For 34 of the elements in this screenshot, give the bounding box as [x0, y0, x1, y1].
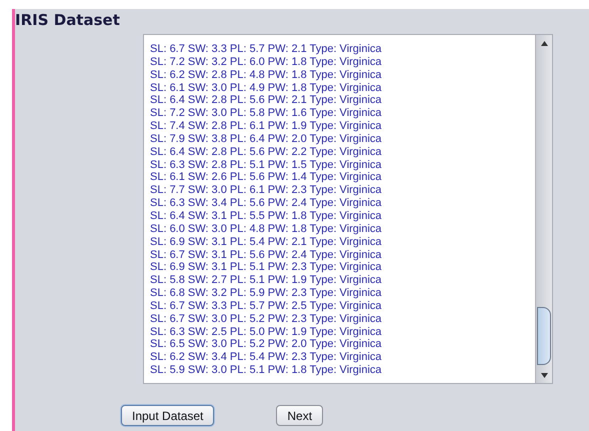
record-line: SL: 6.4 SW: 2.8 PL: 5.6 PW: 2.2 Type: Virginica — [150, 146, 382, 159]
record-line: SL: 6.1 SW: 3.0 PL: 4.9 PW: 1.8 Type: Virginica — [150, 82, 382, 94]
record-line: SL: 6.7 SW: 3.0 PL: 5.2 PW: 2.3 Type: Virginica — [150, 312, 382, 326]
scroll-thumb[interactable] — [537, 307, 551, 365]
record-line: SL: 5.8 SW: 2.7 PL: 5.1 PW: 1.9 Type: Virginica — [150, 274, 382, 288]
scroll-up-icon[interactable] — [540, 40, 548, 46]
record-line: SL: 7.2 SW: 3.0 PL: 5.8 PW: 1.6 Type: Virginica — [150, 107, 382, 120]
records-text-area[interactable] — [143, 34, 553, 384]
input-dataset-button[interactable]: Input Dataset — [121, 405, 214, 426]
record-line: SL: 6.4 SW: 2.8 PL: 5.6 PW: 2.1 Type: Virginica — [150, 94, 382, 108]
vertical-scrollbar[interactable] — [535, 35, 552, 383]
record-line: SL: 7.9 SW: 3.8 PL: 6.4 PW: 2.0 Type: Virginica — [150, 132, 382, 146]
record-line: SL: 6.2 SW: 2.8 PL: 4.8 PW: 1.8 Type: Virginica — [150, 68, 382, 82]
window-title: IRIS Dataset — [15, 10, 120, 31]
record-line: SL: 6.3 SW: 2.8 PL: 5.1 PW: 1.5 Type: Virginica — [150, 158, 382, 172]
record-line: SL: 6.0 SW: 3.0 PL: 4.8 PW: 1.8 Type: Virginica — [150, 222, 382, 236]
record-line: SL: 7.7 SW: 3.0 PL: 6.1 PW: 2.3 Type: Virginica — [150, 184, 382, 198]
record-line: SL: 6.7 SW: 3.3 PL: 5.7 PW: 2.1 Type: Virginica — [150, 43, 382, 56]
record-line: SL: 6.7 SW: 3.1 PL: 5.6 PW: 2.4 Type: Virginica — [150, 248, 382, 262]
record-line: SL: 6.5 SW: 3.0 PL: 5.2 PW: 2.0 Type: Virginica — [150, 338, 382, 352]
record-line: SL: 6.8 SW: 3.2 PL: 5.9 PW: 2.3 Type: Virginica — [150, 287, 382, 300]
record-line: SL: 6.7 SW: 3.3 PL: 5.7 PW: 2.5 Type: Virginica — [150, 300, 382, 313]
record-line: SL: 7.2 SW: 3.2 PL: 6.0 PW: 1.8 Type: Virginica — [150, 56, 382, 69]
record-line: SL: 5.9 SW: 3.0 PL: 5.1 PW: 1.8 Type: Virginica — [150, 364, 382, 377]
record-line: SL: 6.3 SW: 2.5 PL: 5.0 PW: 1.9 Type: Virginica — [150, 326, 382, 338]
record-line: SL: 6.1 SW: 2.6 PL: 5.6 PW: 1.4 Type: Virginica — [150, 171, 382, 184]
scroll-down-icon[interactable] — [540, 372, 548, 378]
record-line: SL: 6.9 SW: 3.1 PL: 5.1 PW: 2.3 Type: Virginica — [150, 261, 382, 274]
next-button[interactable]: Next — [276, 405, 324, 426]
record-line: SL: 6.4 SW: 3.1 PL: 5.5 PW: 1.8 Type: Virginica — [150, 210, 382, 223]
record-line: SL: 6.9 SW: 3.1 PL: 5.4 PW: 2.1 Type: Virginica — [150, 236, 382, 248]
record-line: SL: 6.2 SW: 3.4 PL: 5.4 PW: 2.3 Type: Virginica — [150, 351, 382, 364]
record-line: SL: 6.3 SW: 3.4 PL: 5.6 PW: 2.4 Type: Virginica — [150, 197, 382, 210]
record-line: SL: 7.4 SW: 2.8 PL: 6.1 PW: 1.9 Type: Virginica — [150, 120, 382, 133]
